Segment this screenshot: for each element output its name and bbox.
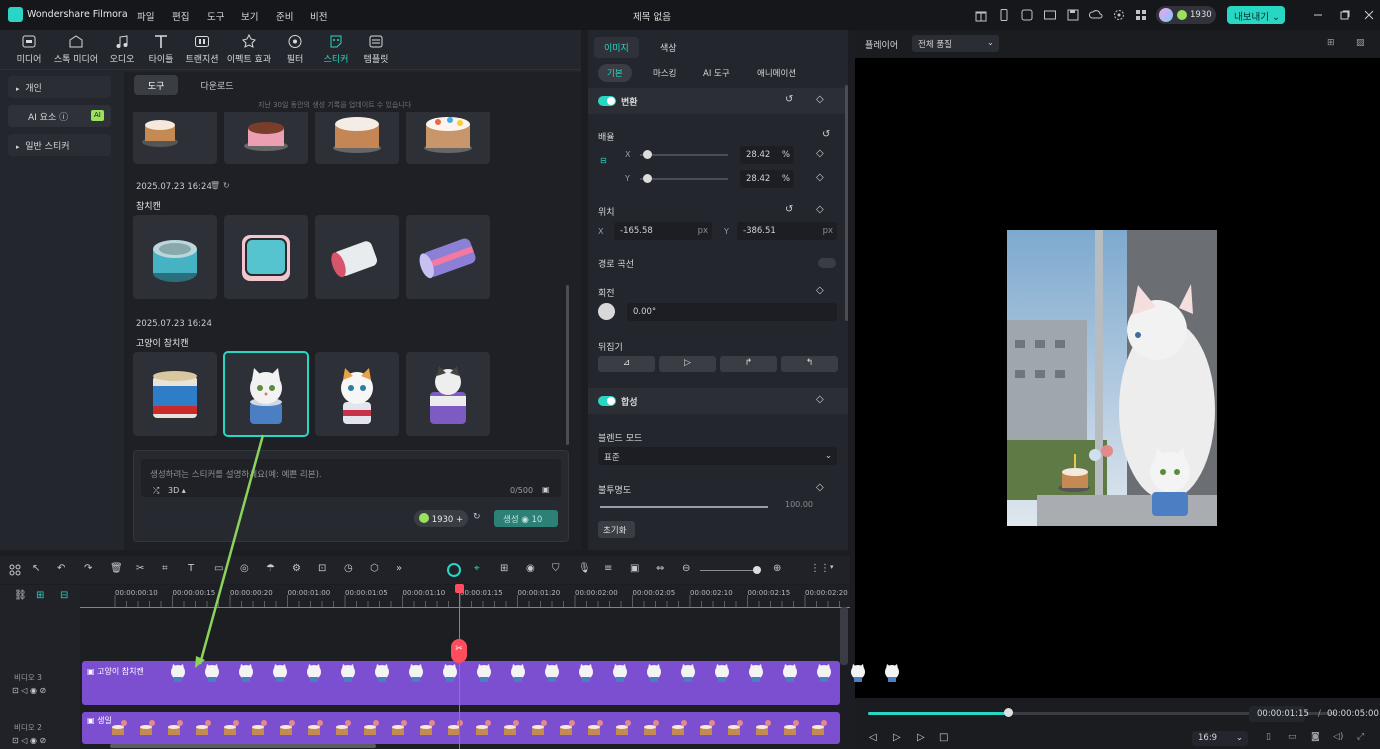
filmora-window: { "app": { "name": "Wondershare Filmora"… <box>0 0 1380 749</box>
annotation-arrow <box>195 434 265 668</box>
